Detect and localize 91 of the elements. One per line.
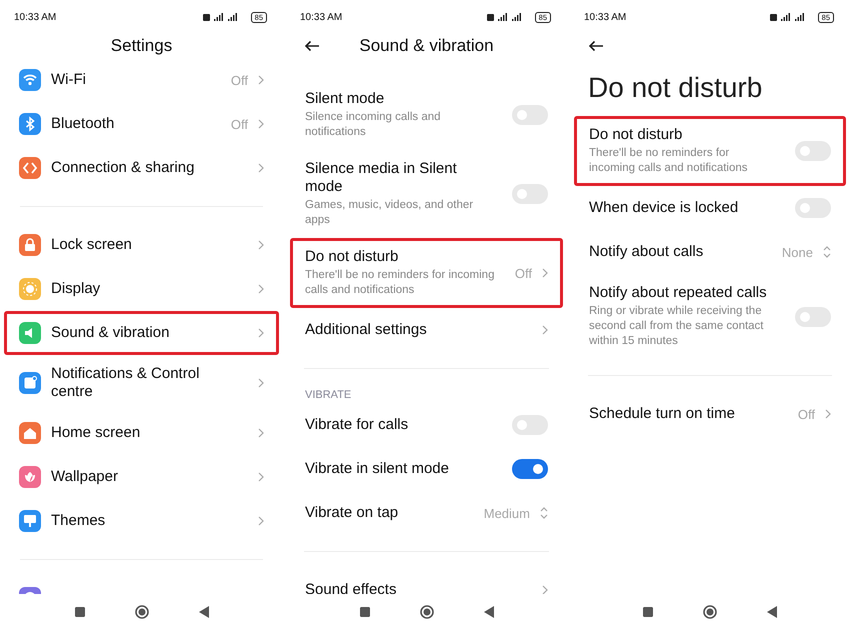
row-title: Wallpaper (51, 468, 119, 486)
row-title: Vibrate on tap (305, 504, 400, 522)
home-icon[interactable] (420, 605, 434, 619)
row-description: There'll be no reminders for incoming calls and notifications (305, 268, 495, 298)
chevron-right-icon (258, 75, 264, 85)
row-description: Games, music, videos, and other apps (305, 198, 474, 228)
row-title: Wi-Fi (51, 71, 87, 89)
settings-row[interactable]: Notifications & Control centre (4, 355, 279, 411)
settings-row[interactable]: Sound & vibration (4, 311, 279, 355)
row-value: Off (514, 266, 532, 280)
toggle-switch[interactable] (512, 459, 548, 479)
recents-icon[interactable] (360, 607, 370, 617)
row-description: There'll be no reminders for incoming calls and notifications (589, 146, 749, 176)
row-value: Off (230, 72, 248, 88)
row-value: Off (798, 406, 815, 422)
row-title: Vibrate in silent mode (305, 460, 450, 478)
settings-row[interactable]: Connection & sharing (4, 146, 279, 190)
home-icon[interactable] (703, 605, 717, 619)
up-down-chevron-icon (823, 246, 831, 258)
chevron-right-icon (258, 472, 264, 482)
row-title: Additional settings (305, 321, 428, 339)
settings-row[interactable]: Wi-Fi Off (4, 58, 279, 102)
row-title: Do not disturb (589, 126, 684, 144)
chevron-right-icon (258, 284, 264, 294)
settings-row[interactable]: Display (4, 267, 279, 311)
row-title: Sound & vibration (51, 324, 170, 342)
row-title: Notify about calls (589, 243, 704, 261)
screen-title: Settings (110, 36, 172, 56)
row-value: None (782, 244, 813, 260)
settings-row[interactable]: Do not disturb There'll be no reminders for incoming calls and notifications (574, 116, 846, 186)
row-title: When device is locked (589, 199, 740, 217)
row-title: Do not disturb (305, 248, 400, 266)
screen-title: Sound & vibration (359, 36, 494, 56)
chevron-right-icon (258, 163, 264, 173)
chevron-right-icon (258, 119, 264, 129)
chevron-right-icon (258, 240, 264, 250)
chevron-right-icon (825, 409, 831, 419)
back-arrow-icon[interactable] (304, 40, 320, 52)
chevron-right-icon (542, 325, 548, 335)
chevron-right-icon (258, 428, 264, 438)
settings-row[interactable]: Additional settings (290, 308, 563, 352)
row-title: Notifications & Control centre (51, 365, 200, 401)
settings-row[interactable]: Wallpaper (4, 455, 279, 499)
settings-row[interactable]: Vibrate for calls (290, 403, 563, 447)
settings-row[interactable]: Vibrate in silent mode (290, 447, 563, 491)
settings-row[interactable]: Themes (4, 499, 279, 543)
back-icon[interactable] (198, 606, 208, 618)
up-down-chevron-icon (540, 507, 548, 519)
chevron-right-icon (542, 585, 548, 594)
settings-row[interactable]: Schedule turn on time Off (574, 392, 846, 436)
settings-row[interactable]: Notify about repeated calls Ring or vibrate while receiving the second call from the same contact within 15 minutes (574, 274, 846, 359)
row-description: Silence incoming calls and notifications (305, 110, 442, 140)
settings-row[interactable]: Sound effects (290, 568, 563, 594)
home-icon[interactable] (134, 605, 148, 619)
status-time: 10:33 AM (584, 12, 628, 22)
back-arrow-icon[interactable] (588, 40, 604, 52)
settings-row[interactable]: Notify about calls None (574, 230, 846, 274)
recents-icon[interactable] (74, 607, 84, 617)
row-title: Themes (51, 512, 106, 530)
settings-row[interactable]: Bluetooth Off (4, 102, 279, 146)
row-title: Silence media in Silent mode (305, 160, 458, 196)
settings-row[interactable]: Silence media in Silent mode Games, music, videos, and other apps (290, 150, 563, 238)
row-description: Ring or vibrate while receiving the second call from the same contact within 15 minutes (589, 304, 764, 349)
row-value: Off (230, 116, 248, 132)
back-icon[interactable] (484, 606, 494, 618)
settings-row[interactable]: Lock screen (4, 223, 279, 267)
status-time: 10:33 AM (300, 12, 344, 22)
settings-row[interactable]: Do not disturb There'll be no reminders for incoming calls and notifications Off (290, 238, 563, 308)
row-title: Bluetooth (51, 115, 116, 133)
screen-title: Do not disturb (588, 72, 764, 104)
settings-row[interactable]: Silent mode Silence incoming calls and notifications (290, 80, 563, 150)
row-title: Vibrate for calls (305, 416, 410, 434)
row-title: Lock screen (51, 236, 133, 254)
settings-row[interactable]: When device is locked (574, 186, 846, 230)
settings-row[interactable]: Vibrate on tap Medium (290, 491, 563, 535)
chevron-right-icon (258, 516, 264, 526)
row-title: Connection & sharing (51, 159, 196, 177)
row-value: Medium (484, 506, 530, 520)
section-heading: VIBRATE (304, 388, 352, 403)
settings-row[interactable]: Home screen (4, 411, 279, 455)
chevron-right-icon (542, 268, 548, 278)
status-time: 10:33 AM (14, 12, 58, 22)
row-title: Notify about repeated calls (589, 284, 768, 302)
row-title: Display (51, 280, 102, 298)
row-title: Silent mode (305, 90, 386, 108)
row-title: Home screen (51, 424, 142, 442)
back-icon[interactable] (767, 606, 777, 618)
chevron-right-icon (258, 378, 264, 388)
chevron-right-icon (258, 328, 264, 338)
row-title: Schedule turn on time (589, 405, 736, 423)
row-title: Sound effects (305, 581, 398, 594)
